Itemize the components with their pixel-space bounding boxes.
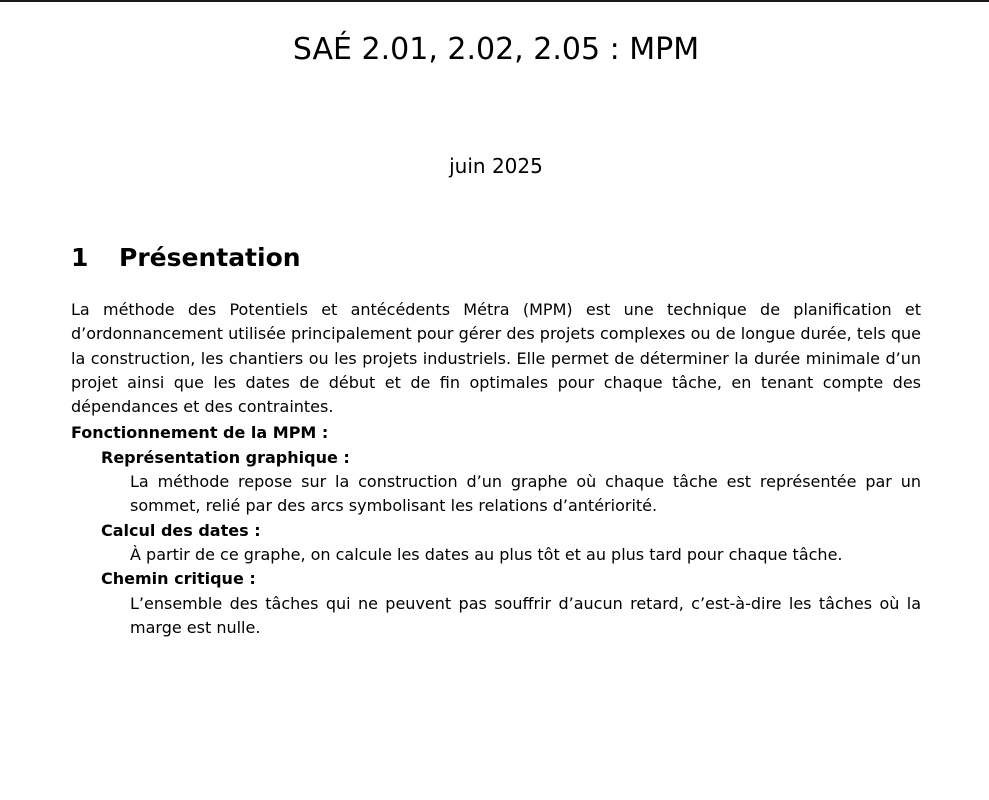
- document-title: SAÉ 2.01, 2.02, 2.05 : MPM: [292, 32, 700, 67]
- section-body: La méthode des Potentiels et antécédents…: [71, 298, 921, 640]
- list-item: Représentation graphique : La méthode re…: [71, 446, 921, 519]
- list-title: Fonctionnement de la MPM :: [71, 423, 329, 443]
- list-item: Calcul des dates : À partir de ce graphe…: [71, 519, 921, 568]
- section-heading: 1 Présentation: [71, 241, 301, 275]
- list-item-term: Calcul des dates :: [101, 520, 261, 540]
- list-item-description: L’ensemble des tâches qui ne peuvent pas…: [130, 593, 921, 637]
- list-item-term: Représentation graphique :: [101, 447, 350, 467]
- top-border: [0, 0, 989, 2]
- description-list: Représentation graphique : La méthode re…: [71, 446, 921, 640]
- section-title: Présentation: [119, 243, 301, 272]
- document-date: juin 2025: [449, 154, 543, 178]
- intro-paragraph: La méthode des Potentiels et antécédents…: [71, 300, 921, 417]
- list-item-term: Chemin critique :: [101, 569, 256, 589]
- section-number: 1: [71, 243, 89, 272]
- list-item-description: La méthode repose sur la construction d’…: [130, 472, 921, 516]
- list-item-description: À partir de ce graphe, on calcule les da…: [130, 544, 843, 564]
- list-item: Chemin critique : L’ensemble des tâches …: [71, 567, 921, 640]
